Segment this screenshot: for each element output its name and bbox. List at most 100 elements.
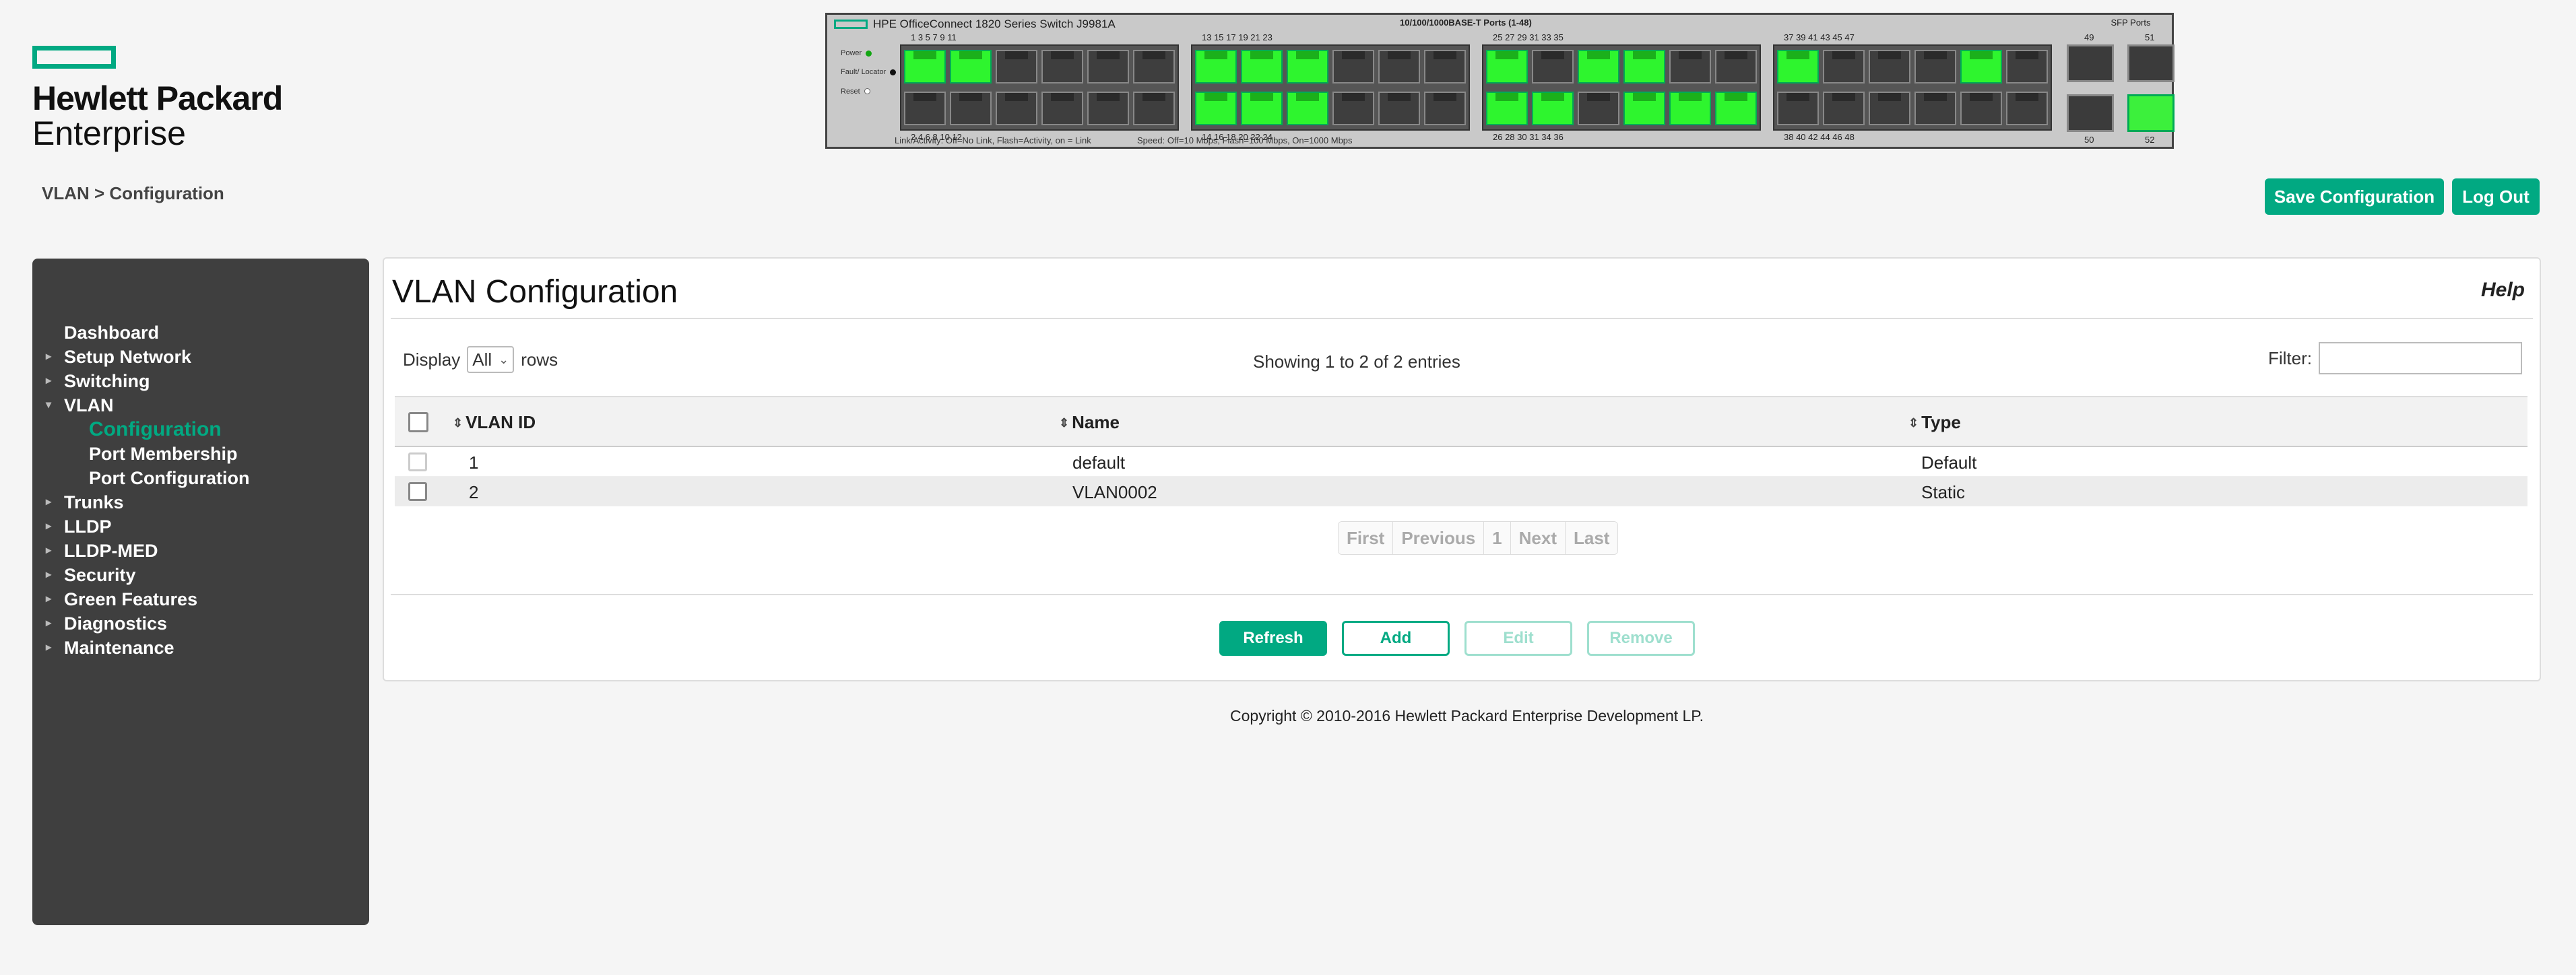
ethernet-port-icon[interactable] [1869, 50, 1910, 83]
ethernet-port-icon[interactable] [1532, 50, 1574, 83]
remove-button[interactable]: Remove [1587, 621, 1695, 656]
sidebar-subitem-configuration[interactable]: Configuration [32, 417, 369, 442]
ethernet-port-icon[interactable] [1777, 50, 1819, 83]
ethernet-port-icon[interactable] [996, 50, 1037, 83]
sidebar-subitem-port-membership[interactable]: Port Membership [32, 442, 369, 466]
ethernet-port-icon[interactable] [1241, 92, 1283, 125]
ethernet-port-icon[interactable] [1241, 50, 1283, 83]
sidebar-item-setup-network[interactable]: ▸ Setup Network [32, 345, 369, 369]
ethernet-port-icon[interactable] [1424, 92, 1466, 125]
pager-first[interactable]: First [1339, 522, 1394, 554]
sidebar-item-maintenance[interactable]: ▸ Maintenance [32, 636, 369, 660]
table-row[interactable]: 2 VLAN0002 Static [395, 477, 2527, 506]
ethernet-port-icon[interactable] [1715, 50, 1757, 83]
ethernet-port-icon[interactable] [1823, 92, 1865, 125]
sidebar-item-lldp[interactable]: ▸ LLDP [32, 514, 369, 539]
sfp-port-icon[interactable] [2067, 94, 2114, 132]
ethernet-port-icon[interactable] [1287, 92, 1328, 125]
ethernet-port-icon[interactable] [1669, 50, 1711, 83]
select-all-checkbox[interactable] [408, 412, 428, 432]
ethernet-port-icon[interactable] [1914, 50, 1956, 83]
edit-button[interactable]: Edit [1464, 621, 1572, 656]
ethernet-port-icon[interactable] [1287, 50, 1328, 83]
ethernet-port-icon[interactable] [1715, 92, 1757, 125]
ethernet-port-icon[interactable] [2006, 92, 2048, 125]
ethernet-port-icon[interactable] [1960, 50, 2002, 83]
expand-arrow-icon: ▸ [46, 593, 52, 605]
sidebar-item-vlan[interactable]: ▾ VLAN [32, 393, 369, 417]
ethernet-port-icon[interactable] [996, 92, 1037, 125]
ethernet-port-icon[interactable] [2006, 50, 2048, 83]
sfp-port-icon[interactable] [2067, 44, 2114, 82]
status-leds: Power Fault/ Locator Reset [841, 48, 897, 106]
row-checkbox [408, 452, 427, 471]
ethernet-port-icon[interactable] [1133, 50, 1175, 83]
fault-led-row: Fault/ Locator [841, 67, 897, 77]
ethernet-port-icon[interactable] [1378, 50, 1420, 83]
ethernet-port-icon[interactable] [1378, 92, 1420, 125]
column-header-type[interactable]: ⇕ Type [1908, 412, 1961, 433]
ethernet-port-icon[interactable] [1823, 50, 1865, 83]
ethernet-port-icon[interactable] [1087, 92, 1129, 125]
pager-previous[interactable]: Previous [1393, 522, 1485, 554]
sidebar-item-lldp-med[interactable]: ▸ LLDP-MED [32, 539, 369, 563]
power-led-icon [866, 50, 872, 57]
ethernet-port-icon[interactable] [1486, 50, 1528, 83]
ethernet-port-icon[interactable] [1578, 50, 1619, 83]
save-configuration-button[interactable]: Save Configuration [2265, 178, 2444, 215]
vlan-type-cell: Default [1921, 452, 1977, 473]
sfp-port-icon[interactable] [2127, 44, 2175, 82]
ethernet-port-icon[interactable] [950, 92, 992, 125]
pager-page-1[interactable]: 1 [1484, 522, 1511, 554]
sidebar-item-green-features[interactable]: ▸ Green Features [32, 587, 369, 611]
help-link[interactable]: Help [2481, 279, 2525, 302]
pager-last[interactable]: Last [1566, 522, 1618, 554]
ethernet-port-icon[interactable] [1623, 92, 1665, 125]
column-header-vlan-id[interactable]: ⇕ VLAN ID [453, 412, 536, 433]
sfp-port-number: 51 [2145, 32, 2155, 42]
port-group [1773, 44, 2052, 131]
sidebar-item-dashboard[interactable]: Dashboard [32, 321, 369, 345]
sidebar-item-security[interactable]: ▸ Security [32, 563, 369, 587]
ethernet-port-icon[interactable] [1869, 92, 1910, 125]
ethernet-port-icon[interactable] [1424, 50, 1466, 83]
ethernet-port-icon[interactable] [1332, 92, 1374, 125]
sidebar-subitem-port-configuration[interactable]: Port Configuration [32, 466, 369, 490]
ethernet-port-icon[interactable] [904, 92, 946, 125]
ethernet-port-icon[interactable] [1960, 92, 2002, 125]
ethernet-port-icon[interactable] [1623, 50, 1665, 83]
ethernet-port-icon[interactable] [1532, 92, 1574, 125]
ethernet-port-icon[interactable] [1914, 92, 1956, 125]
display-rows-control: Display All ⌄ rows [403, 346, 558, 373]
pagination: First Previous 1 Next Last [1338, 521, 1619, 555]
vlan-id-cell: 1 [469, 452, 479, 473]
sfp-port-icon[interactable] [2127, 94, 2175, 132]
ethernet-port-icon[interactable] [1578, 92, 1619, 125]
ethernet-port-icon[interactable] [1041, 92, 1083, 125]
column-header-name[interactable]: ⇕ Name [1059, 412, 1120, 433]
sidebar-item-trunks[interactable]: ▸ Trunks [32, 490, 369, 514]
add-button[interactable]: Add [1342, 621, 1450, 656]
ethernet-port-icon[interactable] [1486, 92, 1528, 125]
pager-next[interactable]: Next [1510, 522, 1566, 554]
ethernet-port-icon[interactable] [1133, 92, 1175, 125]
ethernet-port-icon[interactable] [1195, 50, 1237, 83]
ethernet-port-icon[interactable] [1777, 92, 1819, 125]
ethernet-port-icon[interactable] [1332, 50, 1374, 83]
refresh-button[interactable]: Refresh [1219, 621, 1327, 656]
sidebar-item-switching[interactable]: ▸ Switching [32, 369, 369, 393]
expand-arrow-icon: ▸ [46, 642, 52, 653]
row-checkbox[interactable] [408, 482, 427, 501]
ethernet-port-icon[interactable] [1669, 92, 1711, 125]
ethernet-port-icon[interactable] [904, 50, 946, 83]
ethernet-port-icon[interactable] [1087, 50, 1129, 83]
sidebar-item-diagnostics[interactable]: ▸ Diagnostics [32, 611, 369, 636]
ethernet-port-icon[interactable] [1195, 92, 1237, 125]
ethernet-port-icon[interactable] [1041, 50, 1083, 83]
ethernet-port-icon[interactable] [950, 50, 992, 83]
fault-led-icon [890, 69, 897, 75]
filter-input[interactable] [2319, 342, 2522, 374]
log-out-button[interactable]: Log Out [2452, 178, 2540, 215]
table-row[interactable]: 1 default Default [395, 447, 2527, 477]
rows-per-page-select[interactable]: All ⌄ [467, 346, 515, 373]
